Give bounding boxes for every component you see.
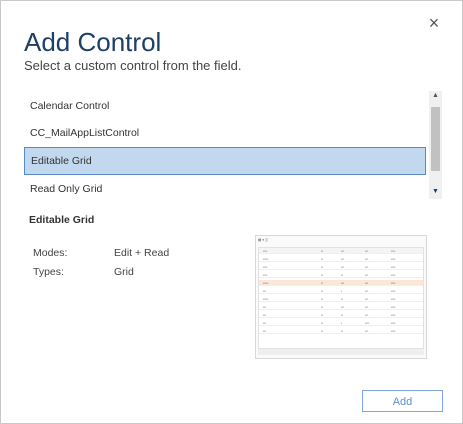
- preview-row: ▪▪▪▪▪ ▪▪ ▪▪▪ ▪▪▪ ▪▪▪▪: [259, 280, 423, 286]
- list-scrollbar[interactable]: ▲ ▼: [429, 91, 442, 199]
- preview-row: ▪▪▪▪▪ ▪▪ ▪▪▪ ▪▪▪ ▪▪▪▪: [259, 256, 423, 262]
- dialog-subtitle: Select a custom control from the field.: [24, 58, 242, 73]
- dialog-title: Add Control: [24, 27, 162, 57]
- add-control-dialog: × Add Control Select a custom control fr…: [0, 0, 463, 424]
- preview-row: ▪▪▪▪▪▪▪▪▪▪▪▪▪▪▪: [259, 272, 423, 278]
- list-item-cc-mailapplistcontrol[interactable]: CC_MailAppListControl: [24, 119, 426, 147]
- preview-toolbar: ▦ ▾ ◫: [258, 238, 269, 242]
- preview-row: ▪▪▪ ▪▪ ▪ ▪▪▪ ▪▪▪▪: [259, 288, 423, 294]
- preview-row: ▪▪▪▪▪▪▪▪▪▪▪▪▪▪▪: [259, 304, 423, 310]
- control-preview-image: ▦ ▾ ◫ ▪▪▪▪ ▪▪ ▪▪▪ ▪▪▪ ▪▪▪▪ ▪▪▪▪▪ ▪▪ ▪▪▪ ▪▪▪ ▪▪▪▪…: [255, 235, 427, 359]
- scroll-thumb[interactable]: [431, 107, 440, 171]
- list-item-editable-grid[interactable]: Editable Grid: [24, 147, 426, 175]
- preview-row: ▪▪▪▪▪▪▪▪▪▪▪▪▪▪: [259, 320, 423, 326]
- preview-row: ▪▪▪▪▪▪▪▪▪▪▪▪▪▪▪▪: [259, 296, 423, 302]
- preview-footer: [258, 349, 424, 355]
- scroll-down-icon[interactable]: ▼: [429, 187, 442, 197]
- detail-title: Editable Grid: [29, 214, 95, 226]
- add-button[interactable]: Add: [362, 390, 443, 412]
- preview-row: ▪▪▪▪▪▪▪▪▪▪▪▪▪▪▪▪: [259, 248, 423, 254]
- preview-row: ▪▪▪▪▪▪▪▪▪▪▪▪▪▪: [259, 328, 423, 334]
- modes-value: Edit + Read: [114, 247, 170, 259]
- close-icon[interactable]: ×: [426, 14, 442, 32]
- preview-row: ▪▪▪▪▪▪▪▪▪▪▪▪▪▪: [259, 312, 423, 318]
- list-item-read-only-grid[interactable]: Read Only Grid: [24, 175, 426, 203]
- list-item-calendar-control[interactable]: Calendar Control: [24, 92, 426, 120]
- modes-label: Modes:: [33, 247, 68, 259]
- control-list: Calendar Control CC_MailAppListControl E…: [24, 91, 442, 203]
- types-label: Types:: [33, 266, 64, 278]
- scroll-up-icon[interactable]: ▲: [429, 91, 442, 101]
- preview-row: ▪▪▪▪▪▪▪▪▪▪▪▪▪▪▪▪: [259, 264, 423, 270]
- types-value: Grid: [114, 266, 134, 278]
- preview-grid: ▪▪▪▪ ▪▪ ▪▪▪ ▪▪▪ ▪▪▪▪ ▪▪▪▪▪ ▪▪ ▪▪▪ ▪▪▪ ▪▪▪▪ ▪▪▪▪ ▪…: [258, 247, 424, 349]
